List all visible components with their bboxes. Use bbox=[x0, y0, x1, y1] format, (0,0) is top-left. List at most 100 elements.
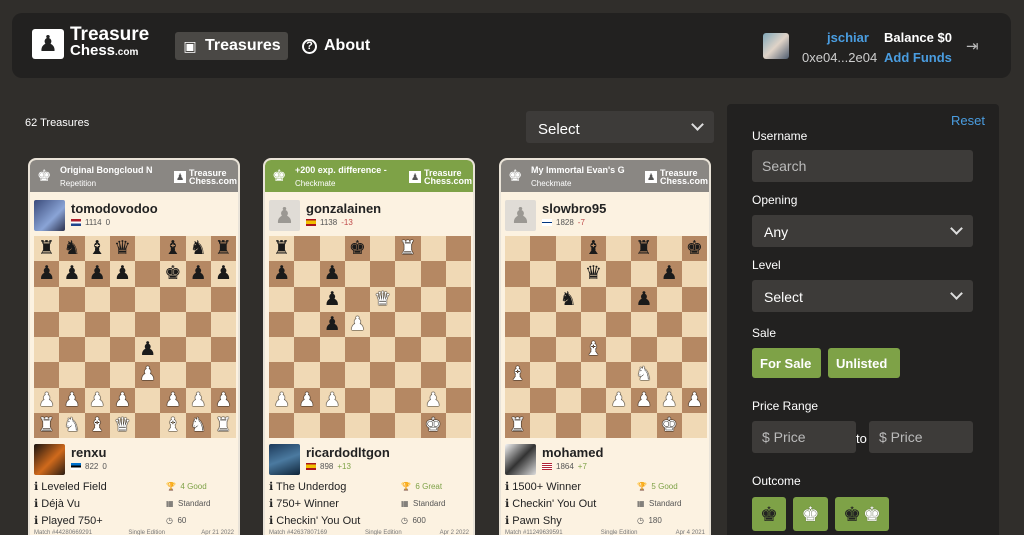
match-date: Apr 21 2022 bbox=[201, 530, 234, 535]
board-square bbox=[580, 311, 606, 337]
achievement-item: ℹ Pawn Shy bbox=[505, 515, 562, 527]
achievement-list: ℹ Leveled Field 🏆 4 Good ℹ Déjà Vu ▦ Sta… bbox=[34, 478, 234, 529]
user-avatar[interactable] bbox=[763, 33, 789, 59]
achievement-item: ℹ 1500+ Winner bbox=[505, 481, 582, 493]
outcome-black-wins-button[interactable]: ♚ bbox=[752, 497, 786, 531]
treasure-card[interactable]: ♚ Original Bongcloud N Repetition ♟ Treas… bbox=[28, 158, 240, 535]
white-pawn-icon: ♟ bbox=[606, 387, 632, 413]
board-square bbox=[59, 286, 85, 312]
opening-select-value: Any bbox=[764, 224, 789, 240]
default-avatar-pawn-icon: ♟ bbox=[505, 200, 536, 231]
board-square bbox=[135, 236, 161, 262]
player-info: mohamed 1864 +7 bbox=[505, 444, 705, 476]
rating-change: -7 bbox=[577, 218, 585, 227]
board-square bbox=[530, 236, 556, 262]
rating-change: +13 bbox=[337, 462, 351, 471]
treasure-icon: ▣ bbox=[183, 37, 197, 54]
achievement-row: ℹ The Underdog 🏆 6 Great bbox=[269, 478, 469, 495]
white-king-icon: ♚ bbox=[801, 503, 820, 526]
board-square bbox=[135, 412, 161, 438]
opening-select[interactable]: Any bbox=[752, 215, 973, 247]
username-search-input[interactable]: Search bbox=[752, 150, 973, 182]
price-min-input[interactable]: $ Price bbox=[752, 421, 856, 453]
achievement-item: ℹ 750+ Winner bbox=[269, 498, 339, 510]
player-name[interactable]: ricardodltgon bbox=[306, 445, 390, 460]
white-pawn-icon: ♟ bbox=[294, 387, 320, 413]
player-name[interactable]: renxu bbox=[71, 445, 106, 460]
player-name[interactable]: tomodovodoo bbox=[71, 201, 158, 216]
board-square bbox=[370, 311, 396, 337]
board-square bbox=[109, 337, 135, 363]
black-pawn-icon: ♟ bbox=[109, 261, 135, 287]
level-select[interactable]: Select bbox=[752, 280, 973, 312]
reset-link[interactable]: Reset bbox=[951, 113, 985, 128]
nav-treasures[interactable]: ▣ Treasures bbox=[175, 32, 288, 60]
achievement-row: ℹ 750+ Winner ▦ Standard bbox=[269, 495, 469, 512]
card-footer: Match #11249639591 Single Edition Apr 4 … bbox=[505, 530, 705, 535]
board-square bbox=[530, 387, 556, 413]
sale-label: Sale bbox=[752, 326, 777, 340]
black-king-icon: ♚ bbox=[843, 503, 861, 526]
black-rook-icon: ♜ bbox=[34, 236, 60, 262]
sort-select[interactable]: Select bbox=[526, 111, 714, 143]
player-info: ♟ gonzalainen 1138 -13 bbox=[269, 200, 469, 232]
card-footer: Match #42637807169 Single Edition Apr 2 … bbox=[269, 530, 469, 535]
board-square bbox=[210, 337, 236, 363]
black-queen-icon: ♛ bbox=[580, 261, 606, 287]
filter-panel: Reset Username Search Opening Any Level … bbox=[727, 104, 999, 535]
default-avatar-pawn-icon: ♟ bbox=[269, 200, 300, 231]
for-sale-button[interactable]: For Sale bbox=[752, 348, 821, 378]
board-square bbox=[631, 412, 657, 438]
outcome-white-wins-button[interactable]: ♚ bbox=[793, 497, 828, 531]
player-name[interactable]: mohamed bbox=[542, 445, 603, 460]
board-square bbox=[344, 286, 370, 312]
board-square bbox=[269, 311, 295, 337]
outcome-draw-button[interactable]: ♚ ♚ bbox=[835, 497, 889, 531]
player-name[interactable]: slowbro95 bbox=[542, 201, 606, 216]
logout-icon[interactable]: ⇥ bbox=[966, 37, 979, 55]
username[interactable]: jschiar bbox=[808, 30, 888, 45]
black-rook-icon: ♜ bbox=[269, 236, 295, 262]
treasure-chess-logo[interactable]: ♟ Treasure Chess.com bbox=[32, 25, 149, 61]
player-avatar bbox=[505, 444, 536, 475]
chess-pawn-logo-icon: ♟ bbox=[32, 29, 64, 59]
king-icon: ♚ bbox=[37, 168, 52, 185]
white-rook-icon: ♜ bbox=[210, 412, 236, 438]
achievement-list: ℹ 1500+ Winner 🏆 5 Good ℹ Checkin' You O… bbox=[505, 478, 705, 529]
board-square bbox=[631, 311, 657, 337]
white-knight-icon: ♞ bbox=[185, 412, 211, 438]
board-square bbox=[59, 311, 85, 337]
card-brand: ♟ Treasure Chess.com bbox=[409, 168, 473, 186]
match-id: Match #44280669291 bbox=[34, 530, 93, 535]
white-pawn-icon: ♟ bbox=[185, 387, 211, 413]
board-square bbox=[294, 337, 320, 363]
board-square bbox=[395, 286, 421, 312]
unlisted-button[interactable]: Unlisted bbox=[828, 348, 900, 378]
chevron-down-icon bbox=[950, 287, 963, 300]
country-flag-icon bbox=[542, 219, 552, 226]
achievement-meta: 🏆 5 Good bbox=[637, 482, 678, 491]
board-square bbox=[505, 286, 531, 312]
board-square bbox=[530, 286, 556, 312]
match-date: Apr 4 2021 bbox=[675, 530, 705, 535]
card-header: ♚ My Immortal Evan's G Checkmate ♟ Treasu… bbox=[501, 160, 709, 192]
nav-about[interactable]: ? About bbox=[295, 32, 377, 60]
treasure-card[interactable]: ♚ My Immortal Evan's G Checkmate ♟ Treasu… bbox=[499, 158, 711, 535]
board-square bbox=[294, 412, 320, 438]
white-pawn-icon: ♟ bbox=[420, 387, 446, 413]
board-square bbox=[109, 311, 135, 337]
board-square bbox=[530, 412, 556, 438]
treasure-card[interactable]: ♚ +200 exp. difference - Checkmate ♟ Trea… bbox=[263, 158, 475, 535]
country-flag-icon bbox=[71, 219, 81, 226]
add-funds-link[interactable]: Add Funds bbox=[884, 50, 952, 65]
chessboard-icon: ▦ bbox=[166, 499, 174, 508]
player-name[interactable]: gonzalainen bbox=[306, 201, 381, 216]
board-square bbox=[344, 412, 370, 438]
board-square bbox=[294, 311, 320, 337]
board-square bbox=[109, 286, 135, 312]
board-square bbox=[269, 286, 295, 312]
black-pawn-icon: ♟ bbox=[319, 286, 345, 312]
white-pawn-icon: ♟ bbox=[160, 387, 186, 413]
price-max-input[interactable]: $ Price bbox=[869, 421, 973, 453]
trophy-icon: 🏆 bbox=[637, 482, 647, 491]
